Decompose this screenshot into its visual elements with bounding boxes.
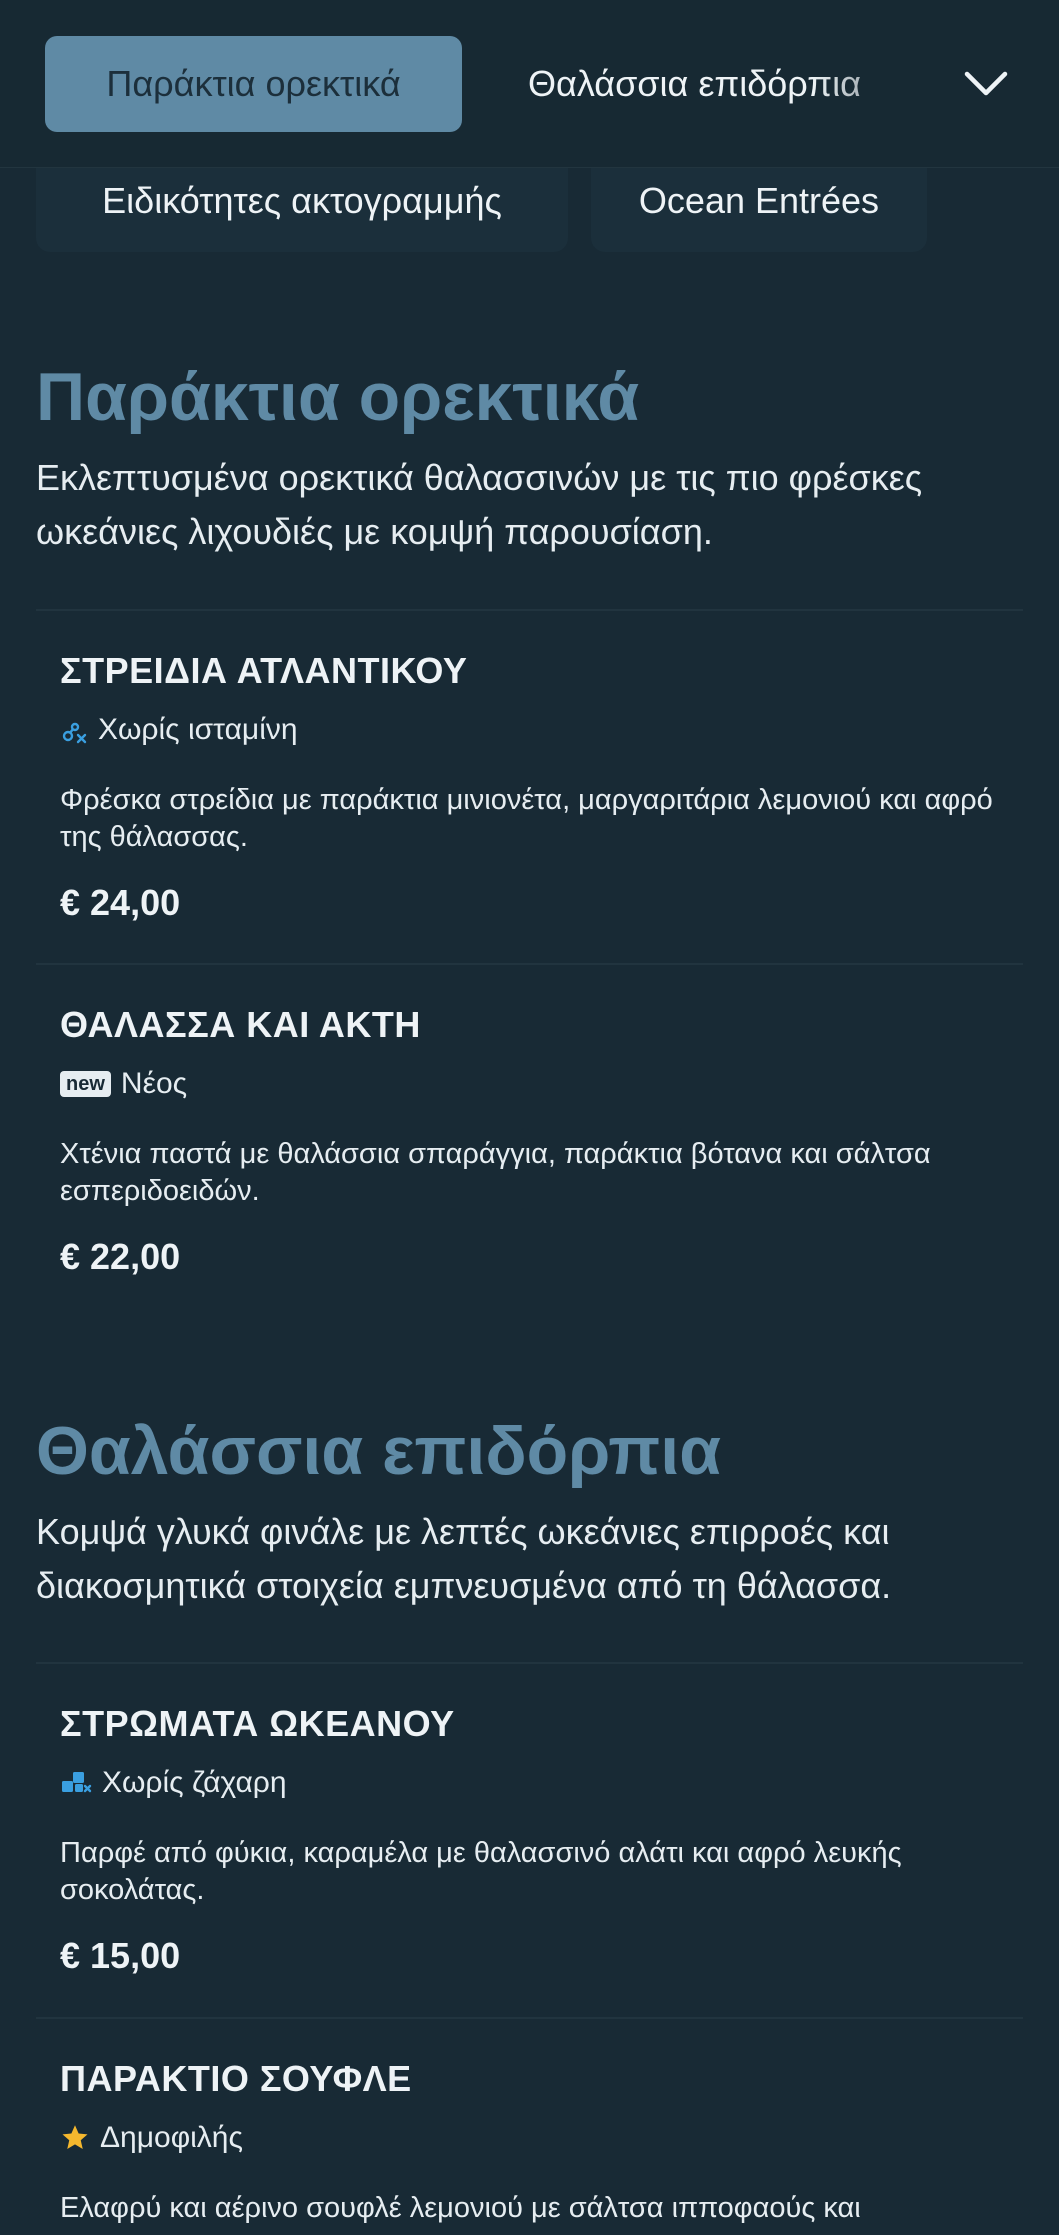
divider bbox=[36, 2017, 1023, 2019]
item-tag: Δημοφιλής bbox=[60, 2120, 243, 2156]
divider bbox=[36, 963, 1023, 965]
item-price: € 22,00 bbox=[60, 1236, 181, 1277]
item-price: € 15,00 bbox=[60, 1935, 181, 1976]
no-histamine-icon bbox=[60, 716, 88, 744]
item-description: Φρέσκα στρείδια με παράκτια μινιονέτα, μ… bbox=[60, 784, 993, 853]
item-name: ΣΤΡΩΜΑΤΑ ΩΚΕΑΝΟΥ bbox=[60, 1703, 455, 1744]
item-name: ΣΤΡΕΙΔΙΑ ΑΤΛΑΝΤΙΚΟΥ bbox=[60, 650, 468, 691]
item-description: Ελαφρύ και αέρινο σουφλέ λεμονιού με σάλ… bbox=[60, 2192, 861, 2224]
item-tag: new Νέος bbox=[60, 1066, 187, 1102]
item-name: ΠΑΡΑΚΤΙΟ ΣΟΥΦΛΕ bbox=[60, 2058, 412, 2099]
star-icon bbox=[60, 2123, 90, 2153]
item-description: Παρφέ από φύκια, καραμέλα με θαλασσινό α… bbox=[60, 1837, 902, 1906]
new-badge-icon: new bbox=[60, 1071, 111, 1097]
sugar-free-icon bbox=[60, 1769, 92, 1797]
section-title-appetizers: Παράκτια ορεκτικά bbox=[36, 359, 640, 435]
section-description-appetizers: Εκλεπτυσμένα ορεκτικά θαλασσινών με τις … bbox=[36, 457, 923, 552]
tab-ocean-desserts[interactable]: Θαλάσσια επιδόρπια bbox=[510, 36, 930, 132]
item-name: ΘΑΛΑΣΣΑ ΚΑΙ ΑΚΤΗ bbox=[60, 1004, 421, 1045]
divider bbox=[36, 1662, 1023, 1664]
item-description: Χτένια παστά με θαλάσσια σπαράγγια, παρά… bbox=[60, 1138, 931, 1207]
item-tag: Χωρίς ισταμίνη bbox=[60, 712, 298, 748]
chevron-down-icon[interactable] bbox=[958, 58, 1014, 110]
item-tag-label: Χωρίς ισταμίνη bbox=[98, 713, 298, 746]
item-tag-label: Νέος bbox=[120, 1067, 188, 1100]
divider bbox=[36, 609, 1023, 611]
tab-coastal-appetizers[interactable]: Παράκτια ορεκτικά bbox=[45, 36, 462, 132]
item-price: € 24,00 bbox=[60, 882, 181, 923]
section-description-desserts: Κομψά γλυκά φινάλε με λεπτές ωκεάνιες επ… bbox=[36, 1511, 892, 1606]
item-tag-label: Χωρίς ζάχαρη bbox=[102, 1766, 287, 1799]
item-tag-label: Δημοφιλής bbox=[100, 2121, 243, 2154]
item-tag: Χωρίς ζάχαρη bbox=[60, 1765, 287, 1801]
category-nav-bar: Παράκτια ορεκτικά Θαλάσσια επιδόρπια bbox=[0, 0, 1059, 168]
section-title-desserts: Θαλάσσια επιδόρπια bbox=[36, 1413, 722, 1489]
